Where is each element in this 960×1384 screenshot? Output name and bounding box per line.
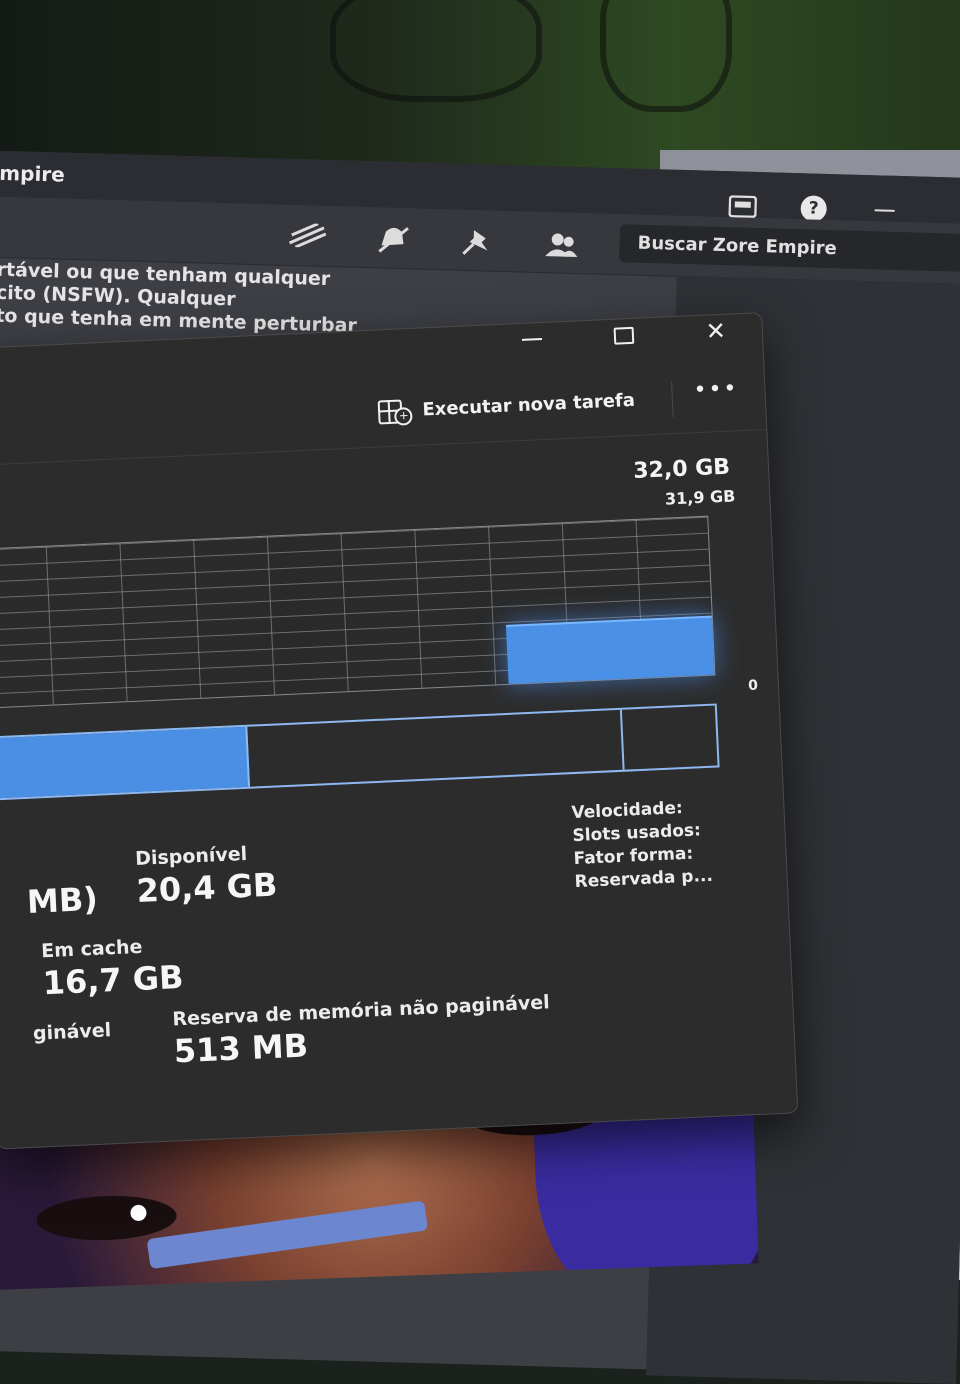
- threads-icon[interactable]: [287, 222, 328, 258]
- members-icon[interactable]: [543, 230, 580, 265]
- minimize-icon: [521, 338, 543, 341]
- in-use-value: MB): [26, 879, 99, 921]
- paged-pool-label: ginável: [32, 1019, 112, 1045]
- minimize-icon[interactable]: [870, 199, 899, 222]
- memory-usage-graph: [0, 515, 716, 709]
- composition-in-use[interactable]: [0, 726, 251, 799]
- close-icon: ✕: [705, 316, 727, 346]
- artwork-bandage: [146, 1200, 429, 1270]
- maximize-button[interactable]: [577, 317, 670, 353]
- available-label: Disponível: [134, 842, 248, 870]
- minimize-button[interactable]: [485, 321, 578, 357]
- run-new-task-button[interactable]: + Executar nova tarefa: [377, 389, 636, 426]
- help-icon[interactable]: ?: [800, 195, 828, 222]
- cached-value: 16,7 GB: [41, 957, 185, 1003]
- command-bar: + Executar nova tarefa •••: [0, 368, 767, 467]
- search-input[interactable]: Buscar Zore Empire: [619, 224, 960, 273]
- graph-max-label: 31,9 GB: [664, 486, 736, 509]
- memory-usage-fill: [505, 615, 715, 684]
- command-divider: [671, 381, 674, 418]
- server-name: mpire: [0, 160, 66, 187]
- mute-icon[interactable]: [375, 225, 412, 260]
- cached-label: Em cache: [40, 935, 143, 963]
- available-value: 20,4 GB: [135, 865, 279, 910]
- inbox-icon[interactable]: [728, 195, 758, 218]
- maximize-icon: [613, 326, 635, 345]
- background-shape: [600, 0, 732, 112]
- pin-icon[interactable]: [459, 228, 496, 263]
- background-photo: [0, 0, 960, 175]
- task-manager-window: ✕ + Executar nova tarefa ••• 32,0 GB 31,…: [0, 312, 799, 1150]
- run-new-task-label: Executar nova tarefa: [421, 389, 636, 420]
- run-task-icon: +: [377, 399, 414, 426]
- nonpaged-pool-label: Reserva de memória não paginável: [171, 991, 551, 1031]
- total-memory: 32,0 GB: [632, 454, 731, 484]
- composition-standby-divider[interactable]: [619, 709, 625, 770]
- more-options-button[interactable]: •••: [693, 376, 739, 403]
- hardware-reserved-label: Reservada p...: [574, 865, 714, 893]
- close-button[interactable]: ✕: [669, 313, 762, 349]
- artwork-eye: [35, 1193, 178, 1243]
- nonpaged-pool-value: 513 MB: [173, 1026, 309, 1071]
- memory-properties: Velocidade: Slots usados: Fator forma: R…: [571, 796, 713, 894]
- graph-min-label: 0: [747, 677, 759, 695]
- memory-composition-bar: [0, 703, 720, 801]
- background-shape: [330, 0, 542, 102]
